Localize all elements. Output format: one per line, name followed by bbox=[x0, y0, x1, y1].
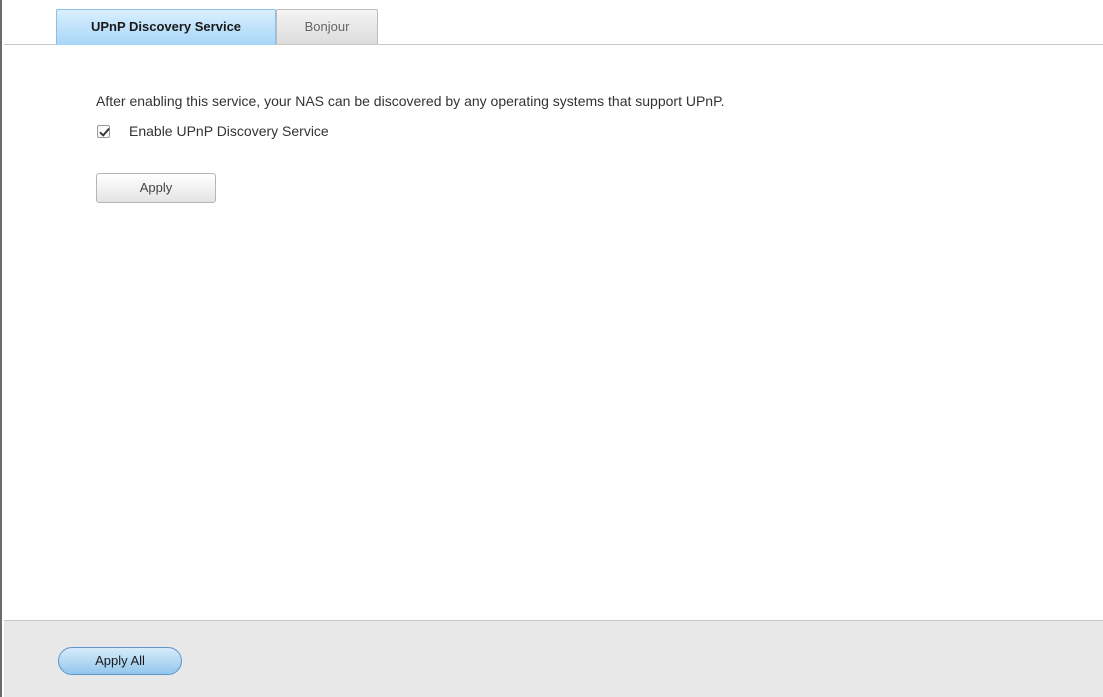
checkmark-icon bbox=[99, 128, 110, 137]
apply-button[interactable]: Apply bbox=[96, 173, 216, 203]
upnp-description: After enabling this service, your NAS ca… bbox=[96, 93, 725, 109]
apply-all-button[interactable]: Apply All bbox=[58, 647, 182, 675]
settings-panel: UPnP Discovery Service Bonjour After ena… bbox=[0, 0, 1103, 697]
footer-bar: Apply All bbox=[4, 620, 1103, 697]
tab-upnp-discovery-service[interactable]: UPnP Discovery Service bbox=[56, 9, 276, 45]
tab-content: After enabling this service, your NAS ca… bbox=[4, 45, 1103, 620]
tab-bar: UPnP Discovery Service Bonjour bbox=[4, 0, 1103, 45]
tab-bonjour[interactable]: Bonjour bbox=[276, 9, 378, 44]
enable-upnp-label[interactable]: Enable UPnP Discovery Service bbox=[129, 123, 329, 139]
enable-upnp-checkbox[interactable] bbox=[97, 125, 110, 138]
